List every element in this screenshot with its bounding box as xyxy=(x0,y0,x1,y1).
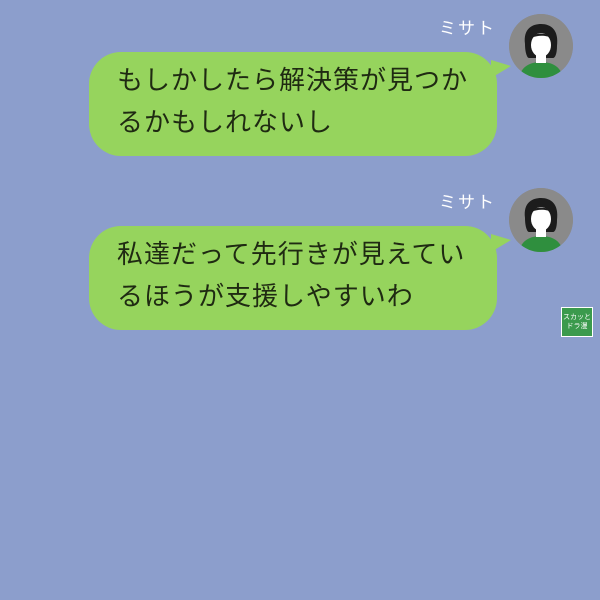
chat-area: ミサト もしかしたら解決策が見つか るかもしれないし ミサト 私達だって先行きが… xyxy=(0,0,600,600)
message-line: るほうが支援しやすいわ xyxy=(117,282,414,312)
message-bubble[interactable]: 私達だって先行きが見えてい るほうが支援しやすいわ xyxy=(89,226,511,330)
bubble-tail xyxy=(491,234,511,252)
badge-line: ドラ漫 xyxy=(566,322,588,330)
message-line: るかもしれないし xyxy=(117,108,334,138)
message-bubble[interactable]: もしかしたら解決策が見つか るかもしれないし xyxy=(89,52,511,156)
badge-line: スカッと xyxy=(563,313,591,321)
message-line: 私達だって先行きが見えてい xyxy=(117,240,466,270)
watermark-badge: スカッと ドラ漫 xyxy=(561,307,593,337)
woman-avatar-icon xyxy=(509,188,573,252)
woman-avatar-icon xyxy=(509,14,573,78)
message-line: もしかしたら解決策が見つか xyxy=(117,66,469,96)
sender-name: ミサト xyxy=(439,193,496,213)
bubble-tail xyxy=(491,60,511,78)
sender-name: ミサト xyxy=(439,19,496,39)
sender-avatar[interactable] xyxy=(509,14,573,78)
sender-avatar[interactable] xyxy=(509,188,573,252)
